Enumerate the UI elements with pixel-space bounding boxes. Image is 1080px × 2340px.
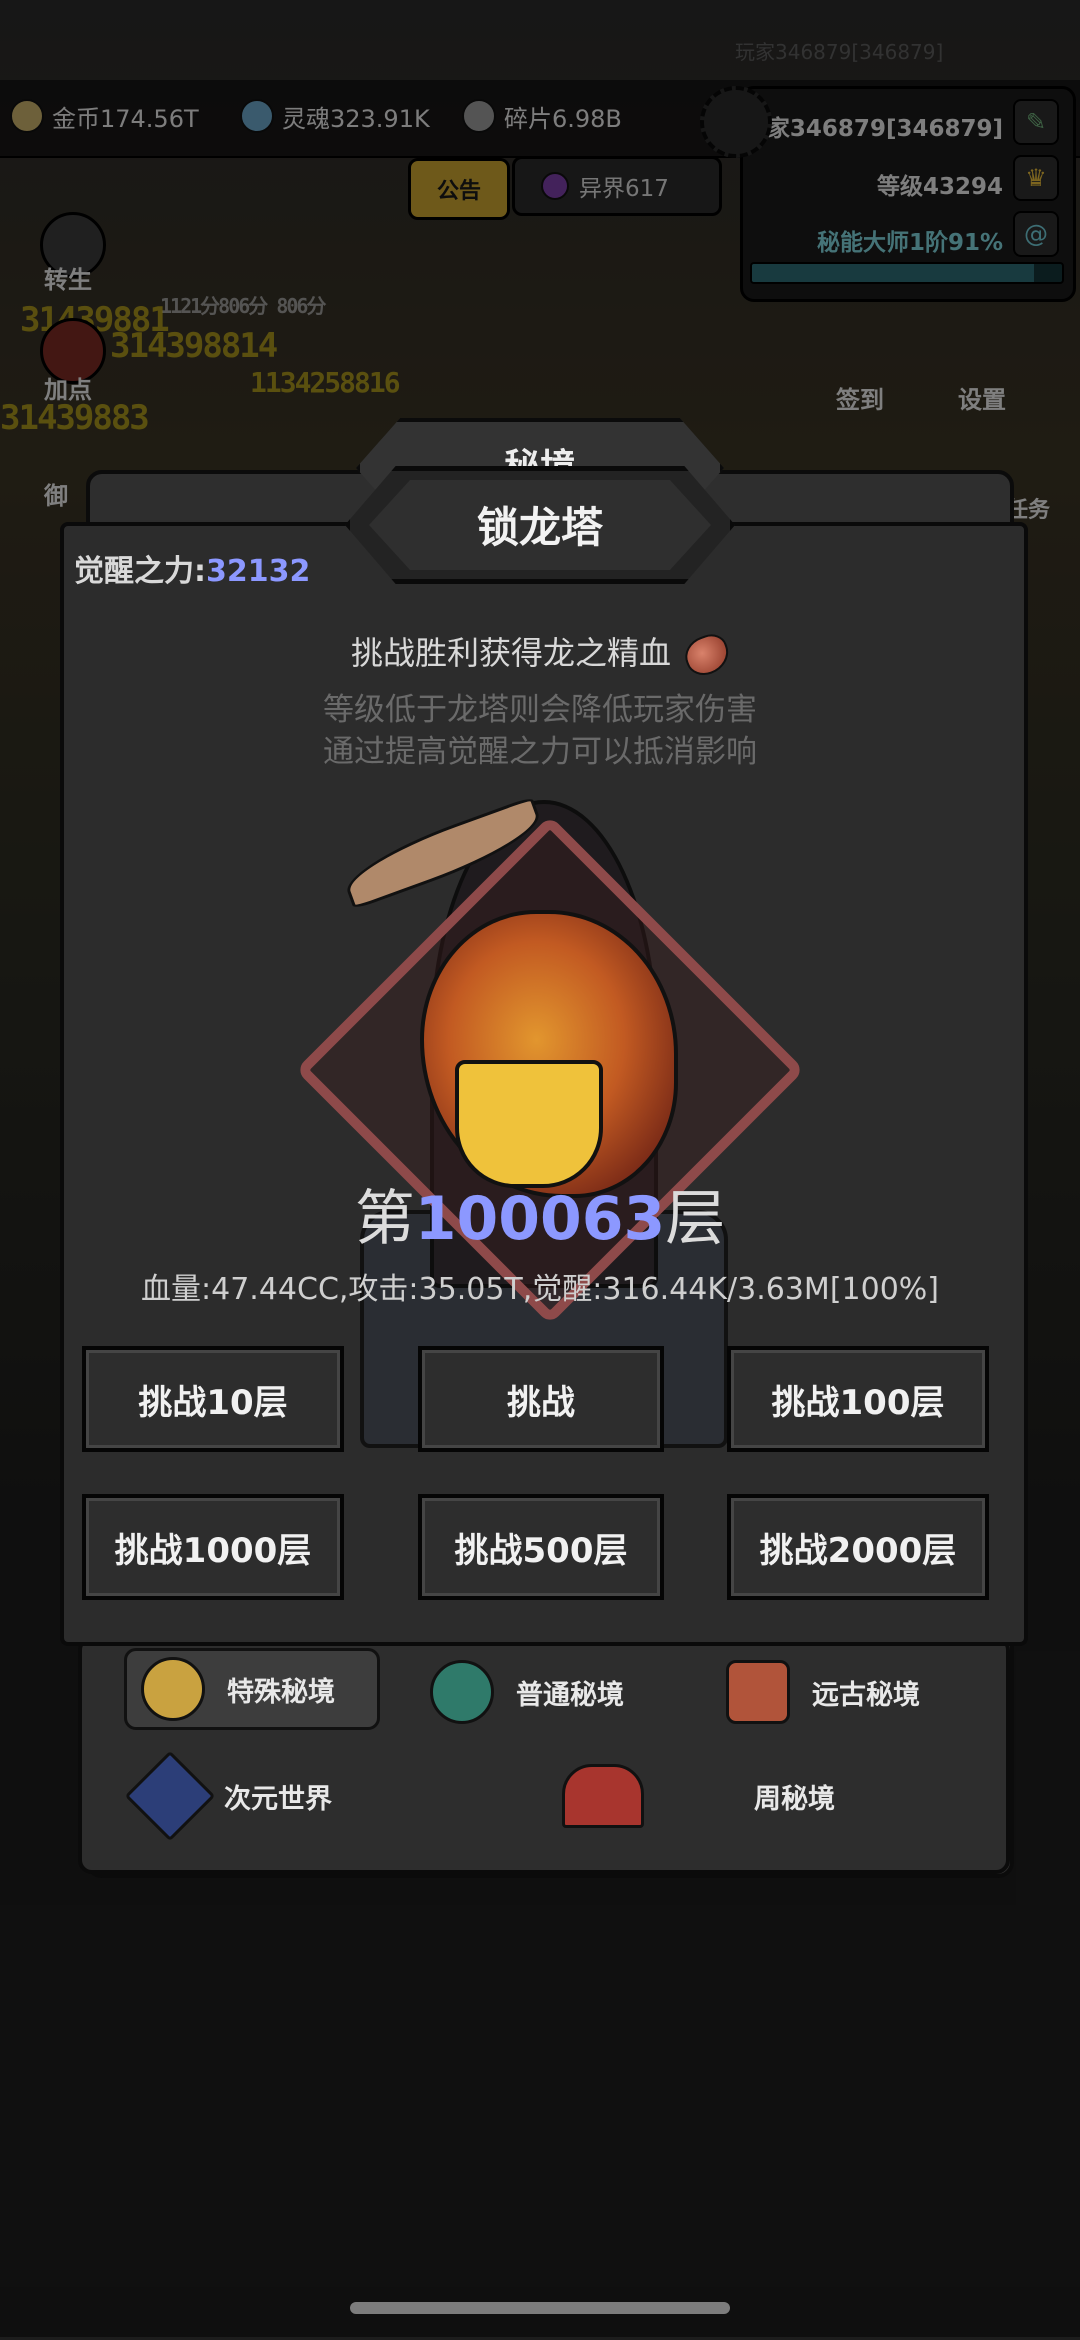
dragon-blood-icon: [679, 629, 735, 681]
reward-line: 挑战胜利获得龙之精血: [0, 628, 1080, 681]
floor-number: 100063: [414, 1184, 666, 1254]
dragon-tower-title-plate: 锁龙塔: [345, 466, 735, 584]
dragon-jaw: [455, 1060, 603, 1188]
floor-prefix: 第: [354, 1184, 415, 1254]
tab-dimension-world-label: 次元世界: [224, 1783, 332, 1815]
awaken-power-value: 32132: [206, 554, 311, 589]
tab-normal-realm[interactable]: 普通秘境: [430, 1660, 624, 1724]
tab-normal-realm-label: 普通秘境: [516, 1679, 624, 1711]
challenge-1000-button[interactable]: 挑战1000层: [82, 1494, 344, 1600]
floor-suffix: 层: [665, 1184, 726, 1254]
hint-line-1: 等级低于龙塔则会降低玩家伤害: [323, 692, 757, 728]
star-w-icon: [124, 1750, 216, 1842]
gate-icon: [562, 1764, 644, 1828]
tab-special-realm-label: 特殊秘境: [227, 1676, 335, 1708]
awaken-power: 觉醒之力:32132: [74, 546, 310, 590]
tab-ancient-realm-label: 远古秘境: [812, 1679, 920, 1711]
realm-tabs: 特殊秘境 普通秘境 远古秘境 次元世界 周秘境: [78, 1636, 1010, 1874]
ancient-shield-icon: [726, 1660, 790, 1724]
reward-text: 挑战胜利获得龙之精血: [350, 634, 671, 672]
challenge-10-button[interactable]: 挑战10层: [82, 1346, 344, 1452]
boss-stats: 血量:47.44CC,攻击:35.05T,觉醒:316.44K/3.63M[10…: [141, 1272, 939, 1307]
tab-special-realm[interactable]: 特殊秘境: [124, 1648, 380, 1730]
challenge-100-button[interactable]: 挑战100层: [727, 1346, 989, 1452]
challenge-button[interactable]: 挑战: [418, 1346, 664, 1452]
challenge-2000-button[interactable]: 挑战2000层: [727, 1494, 989, 1600]
challenge-500-button[interactable]: 挑战500层: [418, 1494, 664, 1600]
tab-dimension-world[interactable]: 次元世界: [124, 1750, 332, 1842]
tab-weekly-realm[interactable]: 周秘境: [562, 1764, 835, 1828]
green-egg-icon: [430, 1660, 494, 1724]
gold-egg-icon: [141, 1657, 205, 1721]
tab-ancient-realm[interactable]: 远古秘境: [726, 1660, 920, 1724]
floor-indicator: 第100063层: [0, 1170, 1080, 1257]
tab-weekly-realm-label: 周秘境: [754, 1783, 835, 1815]
hint-line-2: 通过提高觉醒之力可以抵消影响: [323, 734, 757, 770]
awaken-power-label: 觉醒之力:: [74, 554, 206, 589]
dialog-title: 锁龙塔: [476, 503, 603, 552]
home-indicator[interactable]: [350, 2302, 730, 2314]
